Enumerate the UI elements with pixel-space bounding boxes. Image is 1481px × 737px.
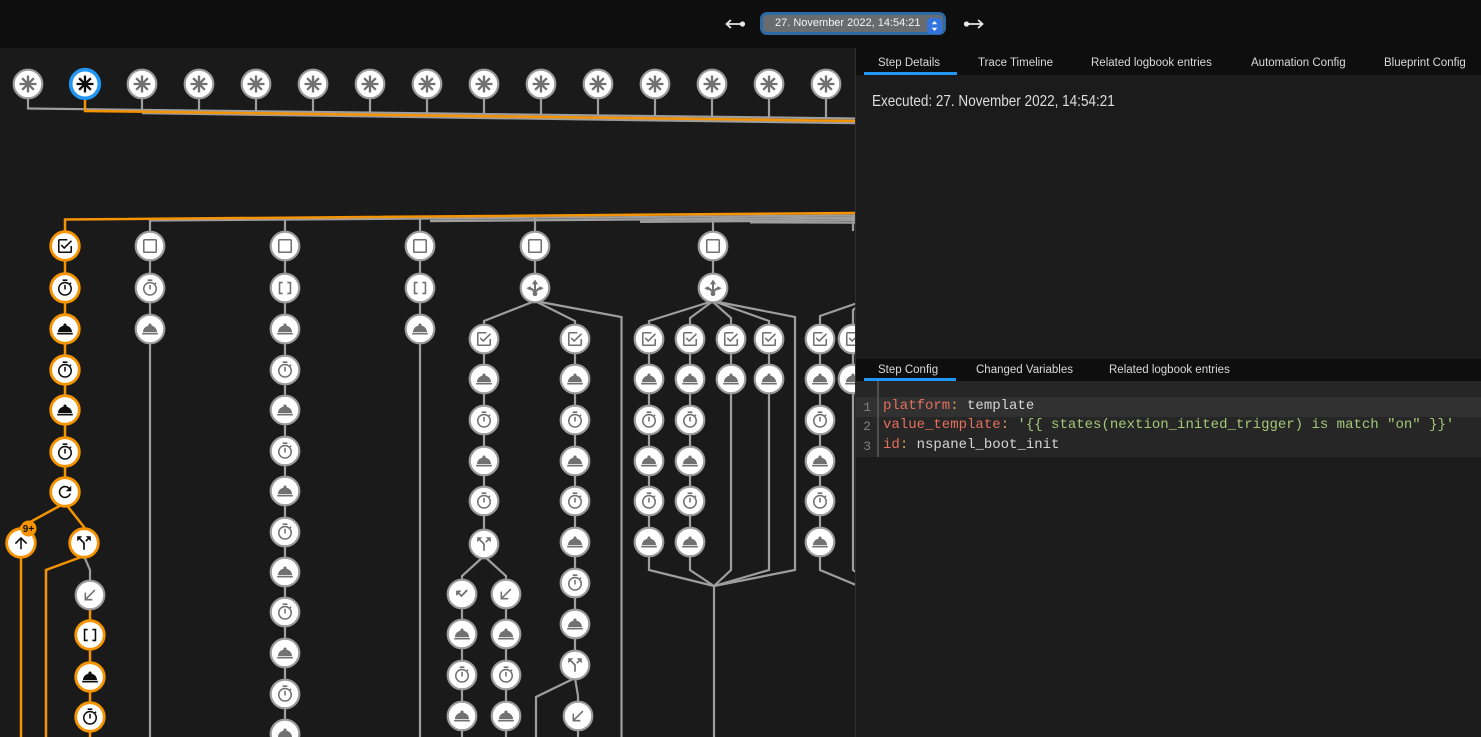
svg-text:9+: 9+ <box>23 524 35 535</box>
